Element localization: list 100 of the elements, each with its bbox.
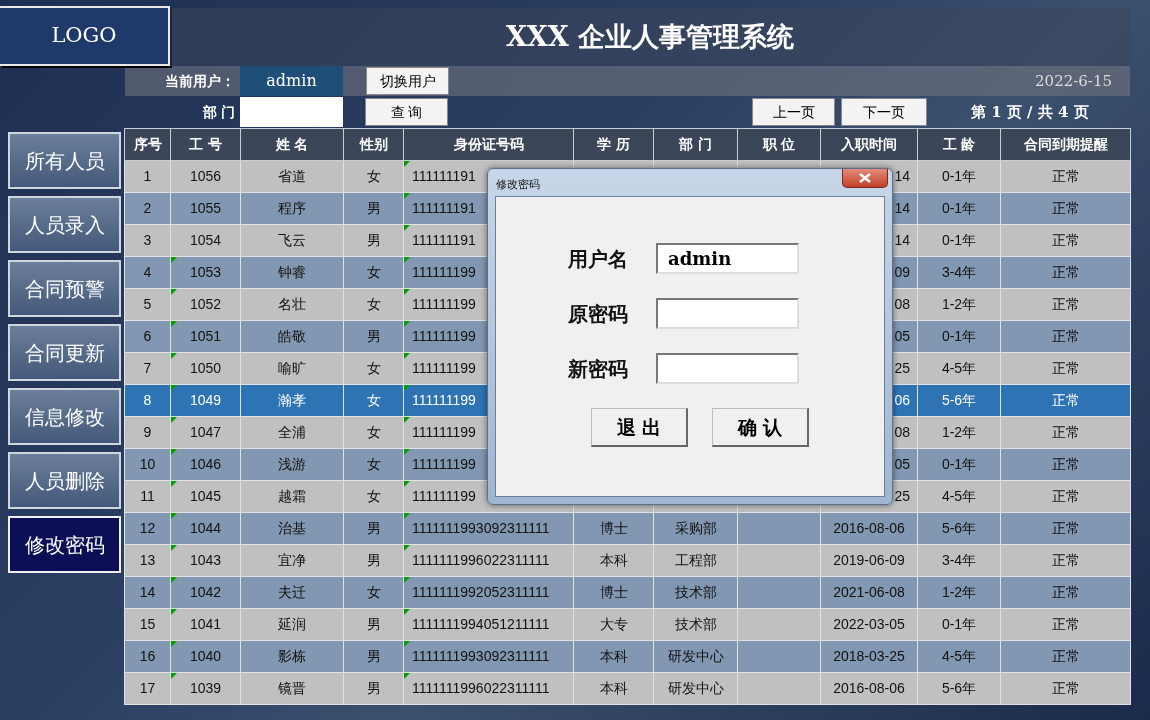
table-cell: 2018-03-25 <box>833 648 905 664</box>
close-button[interactable] <box>842 169 888 188</box>
switch-user-button[interactable]: 切换用户 <box>366 67 449 95</box>
table-cell: 研发中心 <box>667 648 724 664</box>
dialog-title: 修改密码 <box>496 177 540 192</box>
table-cell: 正常 <box>1051 424 1080 440</box>
table-cell: 男 <box>366 648 381 664</box>
department-label: 部 门 <box>202 102 235 122</box>
table-cell: 飞云 <box>278 232 306 248</box>
table-cell: 08 <box>894 424 910 440</box>
table-cell: 本科 <box>599 552 628 568</box>
table-cell: 9 <box>143 424 152 440</box>
column-header[interactable]: 工 龄 <box>917 128 1001 161</box>
table-cell: 镜晋 <box>278 680 306 696</box>
column-header[interactable]: 学 历 <box>573 128 654 161</box>
table-cell: 2 <box>143 200 152 216</box>
table-cell: 111111199 <box>412 456 476 472</box>
input-field[interactable] <box>656 353 799 384</box>
table-cell: 博士 <box>599 520 628 536</box>
table-cell: 女 <box>366 168 381 184</box>
input-field[interactable] <box>656 298 799 329</box>
table-cell: 博士 <box>599 584 628 600</box>
column-header[interactable]: 部 门 <box>653 128 738 161</box>
table-cell: 6 <box>143 328 152 344</box>
table-cell: 15 <box>139 616 156 632</box>
table-cell: 正常 <box>1051 264 1080 280</box>
column-header[interactable]: 入职时间 <box>820 128 918 161</box>
table-cell: 女 <box>366 296 381 312</box>
table-cell: 1044 <box>189 520 222 536</box>
table-cell: 14 <box>894 168 910 184</box>
table-cell: 正常 <box>1051 200 1080 216</box>
table-cell: 钟睿 <box>278 264 306 280</box>
column-header[interactable]: 职 位 <box>737 128 821 161</box>
table-cell: 名壮 <box>278 296 306 312</box>
table-cell: 正常 <box>1051 328 1080 344</box>
sidebar-button[interactable]: 修改密码 <box>8 516 121 573</box>
table-cell: 男 <box>366 232 381 248</box>
table-cell: 5-6年 <box>941 680 977 696</box>
search-button[interactable]: 查 询 <box>365 98 448 126</box>
department-field[interactable] <box>240 97 343 127</box>
column-header[interactable]: 工 号 <box>170 128 241 161</box>
table-cell: 女 <box>366 488 381 504</box>
table-cell: 正常 <box>1051 488 1080 504</box>
sidebar-button[interactable]: 合同预警 <box>8 260 121 317</box>
table-cell: 1056 <box>189 168 222 184</box>
table-cell: 2022-03-05 <box>833 616 905 632</box>
table-cell: 1039 <box>189 680 222 696</box>
input-field[interactable]: admin <box>656 243 799 274</box>
table-cell: 14 <box>894 200 910 216</box>
table-cell: 12 <box>139 520 156 536</box>
sidebar-button[interactable]: 所有人员 <box>8 132 121 189</box>
table-cell: 3-4年 <box>941 264 977 280</box>
table-cell: 技术部 <box>674 584 717 600</box>
table-cell: 影栋 <box>278 648 306 664</box>
column-header[interactable]: 合同到期提醒 <box>1000 128 1131 161</box>
column-header[interactable]: 身份证号码 <box>403 128 574 161</box>
table-cell: 1111111992052311111 <box>412 584 550 600</box>
table-cell: 05 <box>894 328 910 344</box>
table-cell: 1-2年 <box>941 296 977 312</box>
table-cell: 4-5年 <box>941 360 977 376</box>
table-cell: 正常 <box>1051 648 1080 664</box>
close-icon <box>859 173 871 183</box>
table-cell: 技术部 <box>674 616 717 632</box>
table-cell: 14 <box>139 584 156 600</box>
column-header[interactable]: 性别 <box>343 128 404 161</box>
table-cell: 正常 <box>1051 552 1080 568</box>
table-cell: 05 <box>894 456 910 472</box>
next-page-button[interactable]: 下一页 <box>841 98 927 126</box>
table-cell: 延润 <box>278 616 306 632</box>
table-cell: 0-1年 <box>941 232 977 248</box>
column-header[interactable]: 姓 名 <box>240 128 344 161</box>
column-header[interactable]: 序号 <box>124 128 171 161</box>
table-cell: 男 <box>366 328 381 344</box>
table-cell: 0-1年 <box>941 328 977 344</box>
table-cell: 男 <box>366 552 381 568</box>
dialog-button[interactable]: 确 认 <box>712 408 809 447</box>
sidebar-button[interactable]: 合同更新 <box>8 324 121 381</box>
table-cell: 111111199 <box>412 392 476 408</box>
table-cell: 1-2年 <box>941 584 977 600</box>
table-cell: 1047 <box>189 424 222 440</box>
sidebar-button[interactable]: 信息修改 <box>8 388 121 445</box>
table-cell: 越霜 <box>278 488 306 504</box>
sidebar-button[interactable]: 人员录入 <box>8 196 121 253</box>
page-info: 第 1 页 / 共 4 页 <box>971 101 1089 123</box>
table-cell: 宜净 <box>278 552 306 568</box>
table-cell: 11 <box>140 488 155 504</box>
table-cell: 5 <box>143 296 152 312</box>
table-cell: 10 <box>139 456 156 472</box>
sidebar-button[interactable]: 人员删除 <box>8 452 121 509</box>
table-cell: 4-5年 <box>941 648 977 664</box>
table-cell: 1111111994051211111 <box>412 616 550 632</box>
logo: LOGO <box>0 6 170 66</box>
table-cell: 111111191 <box>412 232 476 248</box>
dialog-button[interactable]: 退 出 <box>591 408 688 447</box>
previous-page-button[interactable]: 上一页 <box>752 98 835 126</box>
table-cell: 夫迁 <box>278 584 306 600</box>
table-cell: 17 <box>139 680 156 696</box>
table-cell: 1040 <box>189 648 222 664</box>
table-cell: 2019-06-09 <box>833 552 905 568</box>
table-cell: 正常 <box>1051 680 1080 696</box>
